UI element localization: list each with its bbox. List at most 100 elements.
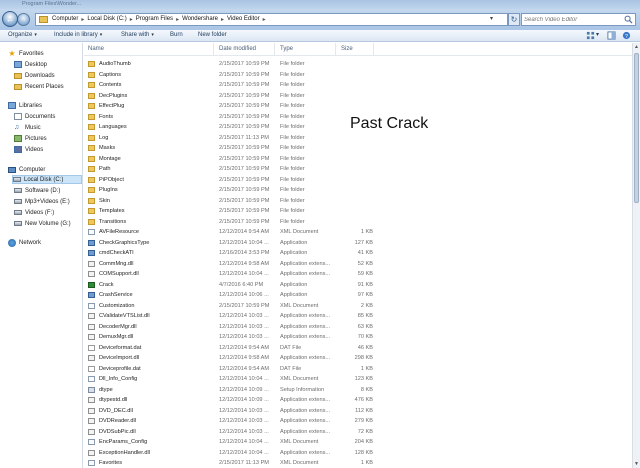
file-row[interactable]: ExceptionHandler.dll 12/12/2014 10:04 ...… [84, 448, 374, 459]
forward-button[interactable]: → [17, 13, 30, 26]
file-row[interactable]: COMSupport.dll 12/12/2014 10:04 ... Applic… [84, 269, 374, 280]
breadcrumb-wondershare[interactable]: Wondershare [182, 16, 218, 23]
file-row[interactable]: DVD_DEC.dll 12/12/2014 10:03 ... Applicati… [84, 406, 374, 417]
back-button[interactable]: ← [2, 11, 18, 27]
file-row[interactable]: EffectPlug 2/15/2017 10:59 PM File folder [84, 101, 374, 112]
nav-new-volume-drive[interactable]: New Volume (G:) [14, 219, 71, 228]
refresh-icon[interactable]: ↻ [508, 13, 520, 26]
chevron-down-icon: ▾ [34, 32, 37, 38]
breadcrumb-separator-icon[interactable]: ▸ [176, 16, 179, 23]
file-row[interactable]: DeviceImport.dll 12/12/2014 9:58 AM Applic… [84, 353, 374, 364]
nav-network[interactable]: Network [8, 238, 41, 247]
change-view-icon[interactable] [586, 31, 595, 40]
file-size: 46 KB [357, 344, 373, 351]
file-row[interactable]: Transitions 2/15/2017 10:59 PM File folder [84, 217, 374, 228]
address-dropdown-icon[interactable]: ▾ [490, 15, 493, 22]
file-date: 2/15/2017 10:59 PM [219, 61, 270, 67]
share-with-button[interactable]: Share with ▾ [121, 32, 154, 38]
file-row[interactable]: CheckGraphicsType 12/12/2014 10:04 ... App… [84, 238, 374, 249]
column-header-name[interactable]: Name [84, 43, 214, 55]
column-header-type[interactable]: Type [276, 43, 336, 55]
breadcrumb-separator-icon[interactable]: ▸ [221, 16, 224, 23]
file-row[interactable]: Templates 2/15/2017 10:59 PM File folder [84, 206, 374, 217]
view-options-icon[interactable]: ▾ [596, 31, 599, 38]
file-date: 12/12/2014 10:04 ... [219, 439, 269, 445]
file-row[interactable]: Languages 2/15/2017 10:59 PM File folder [84, 122, 374, 133]
breadcrumb-program-files[interactable]: Program Files [136, 16, 173, 23]
file-row[interactable]: CValidateVTSList.dll 12/12/2014 10:03 ...… [84, 311, 374, 322]
nav-computer[interactable]: Computer [8, 165, 45, 174]
file-date: 2/15/2017 10:59 PM [219, 145, 270, 151]
column-header-date[interactable]: Date modified [215, 43, 275, 55]
nav-mp3-videos-drive[interactable]: Mp3+Videos (E:) [14, 197, 70, 206]
burn-button[interactable]: Burn [170, 32, 183, 38]
scrollbar-thumb[interactable] [634, 53, 639, 203]
file-row[interactable]: Deviceformat.dat 12/12/2014 9:54 AM DAT Fi… [84, 343, 374, 354]
file-row[interactable]: Montage 2/15/2017 10:59 PM File folder [84, 154, 374, 165]
nav-music[interactable]: ♫ Music [14, 123, 41, 132]
xml-icon [88, 376, 95, 382]
nav-videos[interactable]: Videos [14, 145, 43, 154]
file-row[interactable]: DVDSubPic.dll 12/12/2014 10:03 ... Applica… [84, 427, 374, 438]
nav-favorites[interactable]: ★ Favorites [8, 49, 43, 58]
vertical-scrollbar[interactable]: ▲ ▼ [632, 43, 640, 468]
breadcrumb-video-editor[interactable]: Video Editor [227, 16, 260, 23]
file-row[interactable]: EncParams_Config 12/12/2014 10:04 ... XML … [84, 437, 374, 448]
search-icon[interactable] [624, 15, 633, 24]
nav-pictures[interactable]: Pictures [14, 134, 47, 143]
nav-desktop[interactable]: Desktop [14, 60, 47, 69]
preview-pane-icon[interactable] [607, 31, 616, 40]
help-icon[interactable]: ? [622, 31, 631, 40]
file-row[interactable]: Contents 2/15/2017 10:59 PM File folder [84, 80, 374, 91]
file-row[interactable]: DemuxMgr.dll 12/12/2014 10:03 ... Applicat… [84, 332, 374, 343]
nav-videos-drive[interactable]: Videos (F:) [14, 208, 54, 217]
scroll-down-icon[interactable]: ▼ [633, 460, 640, 468]
file-row[interactable]: Path 2/15/2017 10:59 PM File folder [84, 164, 374, 175]
breadcrumb-local-disk[interactable]: Local Disk (C:) [87, 16, 126, 23]
file-row[interactable]: Fonts 2/15/2017 10:59 PM File folder [84, 112, 374, 123]
file-row[interactable]: Captions 2/15/2017 10:59 PM File folder [84, 70, 374, 81]
file-size: 70 KB [357, 334, 373, 340]
file-row[interactable]: PlugIns 2/15/2017 10:59 PM File folder [84, 185, 374, 196]
file-row[interactable]: DVDReader.dll 12/12/2014 10:03 ... Applica… [84, 416, 374, 427]
file-row[interactable]: Crack 4/7/2016 6:40 PM Application 91 KB [84, 280, 374, 291]
scroll-up-icon[interactable]: ▲ [633, 43, 640, 51]
address-bar[interactable]: Computer ▸ Local Disk (C:) ▸ Program Files… [35, 13, 508, 26]
file-row[interactable]: CrashService 12/12/2014 10:06 ... Applicat… [84, 290, 374, 301]
file-row[interactable]: CommMng.dll 12/12/2014 9:58 AM Application… [84, 259, 374, 270]
nav-recent-places[interactable]: Recent Places [14, 82, 64, 91]
folder-icon [88, 176, 95, 183]
file-row[interactable]: Log 2/15/2017 11:13 PM File folder [84, 133, 374, 144]
nav-libraries[interactable]: Libraries [8, 101, 42, 110]
column-header-size[interactable]: Size [337, 43, 374, 55]
file-row[interactable]: cmdCheckATI 12/16/2014 3:53 PM Application… [84, 248, 374, 259]
file-row[interactable]: PiPObject 2/15/2017 10:59 PM File folder [84, 175, 374, 186]
file-row[interactable]: AVFileResource 12/12/2014 9:54 AM XML Docu… [84, 227, 374, 238]
breadcrumb-separator-icon[interactable]: ▸ [263, 16, 266, 23]
xml-icon [88, 302, 95, 309]
breadcrumb-separator-icon[interactable]: ▸ [81, 16, 84, 23]
file-row[interactable]: dtypestd.dll 12/12/2014 10:09 ... Applicat… [84, 395, 374, 406]
file-date: 12/12/2014 10:04 ... [219, 239, 269, 246]
breadcrumb-separator-icon[interactable]: ▸ [130, 16, 133, 23]
new-folder-button[interactable]: New folder [198, 32, 227, 38]
file-row[interactable]: dtype 12/12/2014 10:09 ... Setup Informati… [84, 385, 374, 396]
nav-software-drive[interactable]: Software (D:) [14, 186, 60, 195]
file-row[interactable]: DecPlugins 2/15/2017 10:59 PM File folder [84, 91, 374, 102]
file-row[interactable]: Skin 2/15/2017 10:59 PM File folder [84, 196, 374, 207]
file-row[interactable]: Deviceprofile.dat 12/12/2014 9:54 AM DAT F… [84, 364, 374, 375]
file-row[interactable]: AudioThumb 2/15/2017 10:59 PM File folder [84, 59, 374, 70]
include-in-library-button[interactable]: Include in library ▾ [54, 32, 102, 38]
nav-local-disk[interactable]: Local Disk (C:) [12, 175, 82, 184]
nav-downloads[interactable]: Downloads [14, 71, 55, 80]
file-row[interactable]: Dll_Info_Config 12/12/2014 10:04 ... XML D… [84, 374, 374, 385]
file-row[interactable]: Favorites 2/15/2017 11:13 PM XML Document 1… [84, 458, 374, 468]
breadcrumb-computer[interactable]: Computer [52, 16, 78, 23]
file-row[interactable]: DecoderMgr.dll 12/12/2014 10:03 ... Applic… [84, 322, 374, 333]
file-row[interactable]: Masks 2/15/2017 10:59 PM File folder [84, 143, 374, 154]
file-row[interactable]: Customization 2/15/2017 10:59 PM XML Docum… [84, 301, 374, 312]
nav-documents[interactable]: Documents [14, 112, 55, 121]
organize-button[interactable]: Organize ▾ [8, 32, 37, 38]
search-input[interactable] [524, 15, 622, 24]
organize-label: Organize [8, 32, 33, 38]
